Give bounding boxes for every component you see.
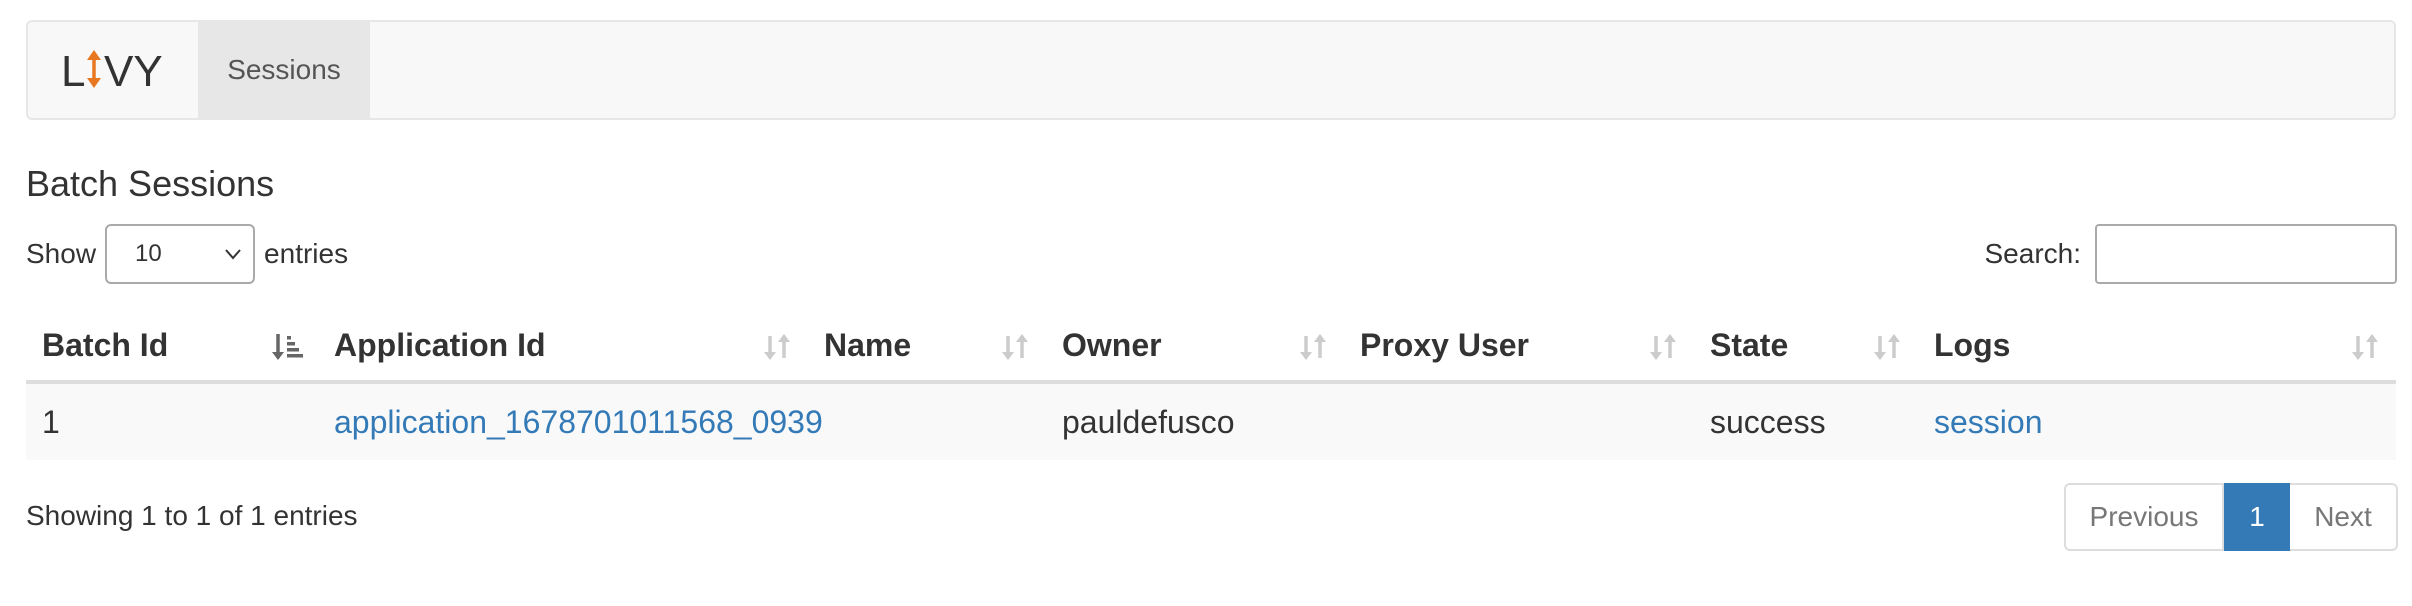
column-header-label: State xyxy=(1710,326,1789,363)
cell-application-id: application_1678701011568_0939 xyxy=(318,382,823,460)
livy-logo[interactable]: L VY xyxy=(28,22,198,118)
entries-per-page-value: 10 xyxy=(135,240,162,267)
application-id-link[interactable]: application_1678701011568_0939 xyxy=(334,404,823,440)
cell-state: success xyxy=(1694,382,1918,460)
length-prefix-label: Show xyxy=(26,238,97,269)
sort-ascending-icon xyxy=(272,334,303,360)
column-header-batch-id[interactable]: Batch Id xyxy=(26,310,318,384)
column-header-proxy-user[interactable]: Proxy User xyxy=(1344,310,1694,384)
entries-per-page-select[interactable]: 10 xyxy=(105,224,256,284)
column-header-logs[interactable]: Logs xyxy=(1918,310,2396,384)
table-header-row: Batch Id Application Id Name Owner Proxy… xyxy=(26,310,2396,384)
livy-logo-icon: L VY xyxy=(61,48,163,92)
next-page-button[interactable]: Next xyxy=(2290,483,2398,551)
table-info: Showing 1 to 1 of 1 entries xyxy=(26,500,358,531)
sort-both-icon xyxy=(1874,334,1900,360)
sort-both-icon xyxy=(1650,334,1676,360)
page-title: Batch Sessions xyxy=(26,163,275,204)
column-header-state[interactable]: State xyxy=(1694,310,1918,384)
pagination: Previous 1 Next xyxy=(2064,483,2398,551)
column-header-label: Batch Id xyxy=(42,326,169,363)
table-row: 1 application_1678701011568_0939 pauldef… xyxy=(26,382,2396,460)
sort-both-icon xyxy=(764,334,790,360)
cell-batch-id: 1 xyxy=(26,382,318,460)
previous-page-button[interactable]: Previous xyxy=(2064,483,2224,551)
column-header-label: Proxy User xyxy=(1360,326,1529,363)
nav-item-sessions[interactable]: Sessions xyxy=(198,22,370,118)
svg-text:L: L xyxy=(61,48,85,92)
search-control: Search: xyxy=(1984,224,2397,284)
column-header-label: Owner xyxy=(1062,326,1162,363)
chevron-down-icon xyxy=(225,249,241,260)
cell-proxy-user xyxy=(1344,382,1694,460)
column-header-label: Application Id xyxy=(334,326,546,363)
cell-name xyxy=(808,382,1046,460)
batch-sessions-table: Batch Id Application Id Name Owner Proxy… xyxy=(26,310,2396,460)
column-header-owner[interactable]: Owner xyxy=(1046,310,1344,384)
entries-length-control: Show 10 entries xyxy=(26,224,348,284)
navbar: L VY Sessions xyxy=(26,20,2396,120)
sort-both-icon xyxy=(2352,334,2378,360)
column-header-label: Name xyxy=(824,326,912,363)
length-suffix-label: entries xyxy=(264,238,349,269)
page-1-button[interactable]: 1 xyxy=(2224,483,2290,551)
sort-both-icon xyxy=(1002,334,1028,360)
sort-both-icon xyxy=(1300,334,1326,360)
column-header-application-id[interactable]: Application Id xyxy=(318,310,808,384)
nav-item-sessions-label: Sessions xyxy=(227,54,341,85)
column-header-name[interactable]: Name xyxy=(808,310,1046,384)
column-header-label: Logs xyxy=(1934,326,2011,363)
search-label: Search: xyxy=(1984,238,2082,269)
cell-owner: pauldefusco xyxy=(1046,382,1344,460)
search-input[interactable] xyxy=(2095,224,2397,284)
cell-logs: session xyxy=(1918,382,2396,460)
session-log-link[interactable]: session xyxy=(1934,404,2043,440)
svg-text:VY: VY xyxy=(104,48,163,92)
